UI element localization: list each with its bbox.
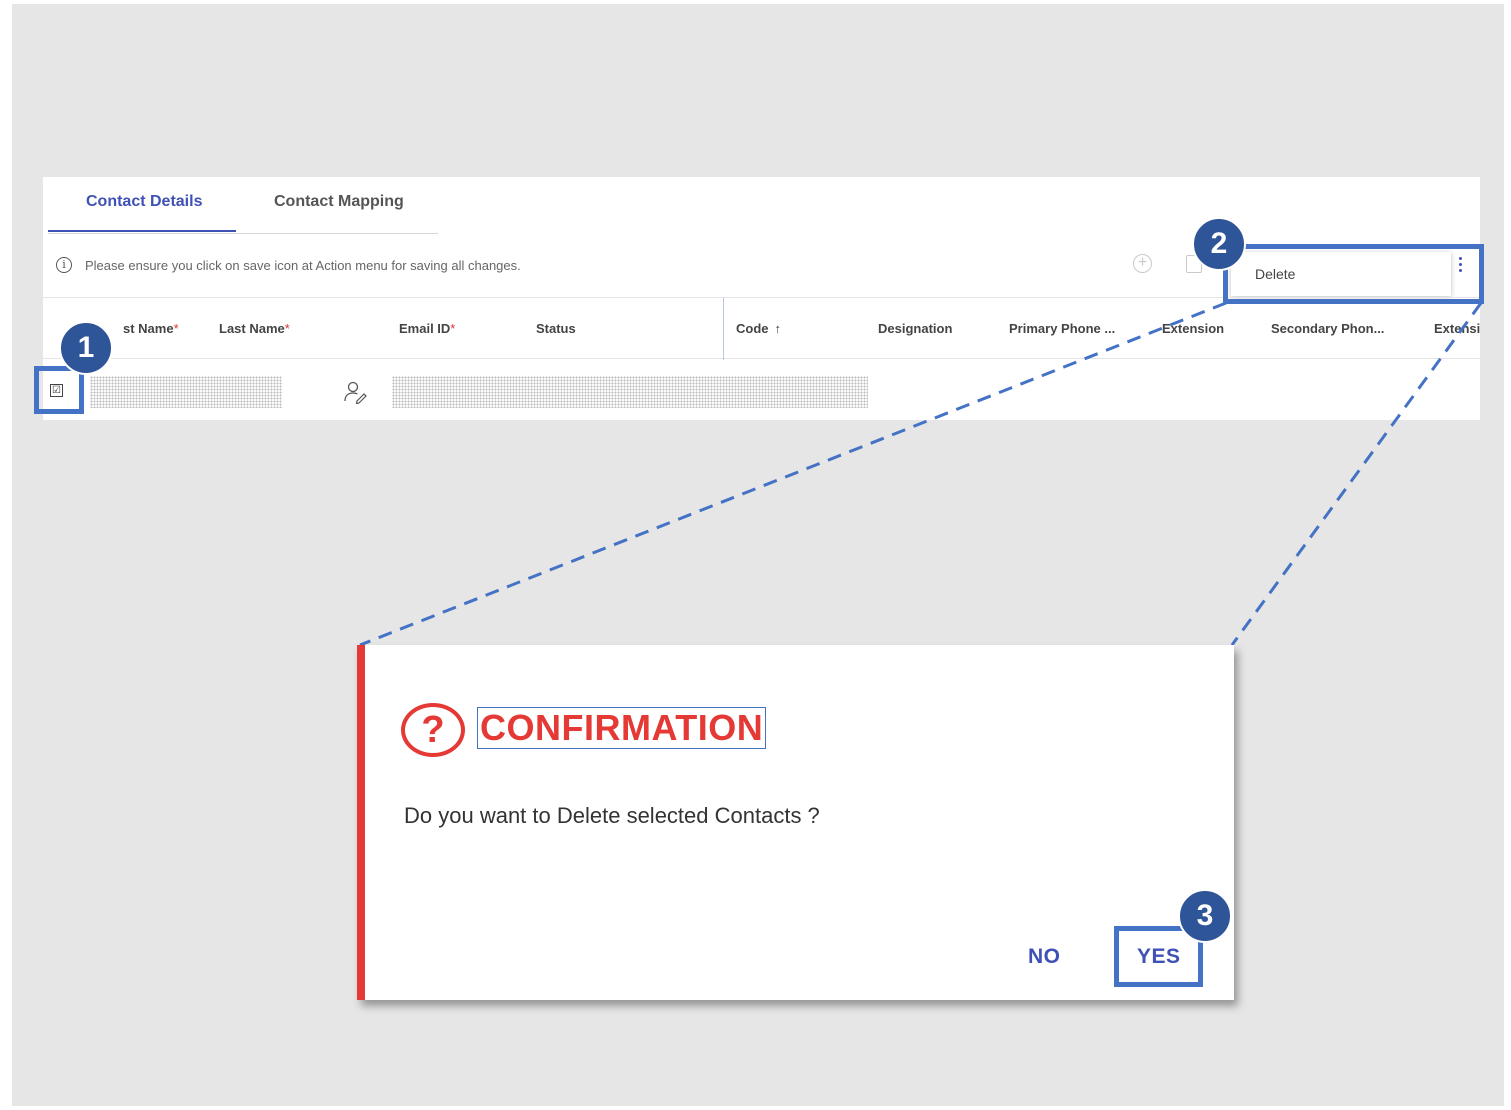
- confirmation-dialog: ? CONFIRMATION Do you want to Delete sel…: [357, 645, 1234, 1000]
- redacted-name-cell: [90, 376, 282, 408]
- info-icon: i: [56, 257, 72, 273]
- column-email-id[interactable]: Email ID*: [399, 321, 455, 336]
- table-header: st Name* Last Name* Email ID* Status Cod…: [43, 297, 1480, 360]
- step-badge-3: 3: [1178, 889, 1232, 943]
- tab-contact-mapping[interactable]: Contact Mapping: [274, 193, 404, 211]
- column-status[interactable]: Status: [536, 321, 576, 336]
- active-tab-indicator: [48, 230, 236, 232]
- column-secondary-phone[interactable]: Secondary Phon...: [1271, 321, 1384, 336]
- info-message: Please ensure you click on save icon at …: [85, 258, 521, 273]
- dialog-message: Do you want to Delete selected Contacts …: [404, 803, 820, 828]
- column-first-name[interactable]: st Name*: [123, 321, 179, 336]
- column-extension-2[interactable]: Extensi: [1434, 321, 1480, 336]
- highlight-delete-menu: [1223, 244, 1484, 304]
- tab-contact-details[interactable]: Contact Details: [86, 193, 202, 211]
- frozen-column-divider[interactable]: [723, 298, 724, 360]
- step-badge-1: 1: [59, 321, 113, 375]
- dialog-title: CONFIRMATION: [477, 707, 767, 749]
- column-extension[interactable]: Extension: [1162, 321, 1224, 336]
- column-designation[interactable]: Designation: [878, 321, 952, 336]
- tab-bar: Contact Details Contact Mapping: [48, 177, 438, 234]
- question-icon: ?: [401, 703, 465, 757]
- add-icon[interactable]: +: [1133, 254, 1152, 273]
- user-edit-icon[interactable]: [343, 380, 369, 404]
- step-badge-2: 2: [1192, 217, 1246, 271]
- column-code[interactable]: Code ↑: [736, 321, 781, 336]
- no-button[interactable]: NO: [1028, 945, 1061, 969]
- column-last-name[interactable]: Last Name*: [219, 321, 290, 336]
- redacted-email-cell: [392, 376, 868, 408]
- column-primary-phone[interactable]: Primary Phone ...: [1009, 321, 1115, 336]
- sort-ascending-icon: ↑: [774, 321, 782, 336]
